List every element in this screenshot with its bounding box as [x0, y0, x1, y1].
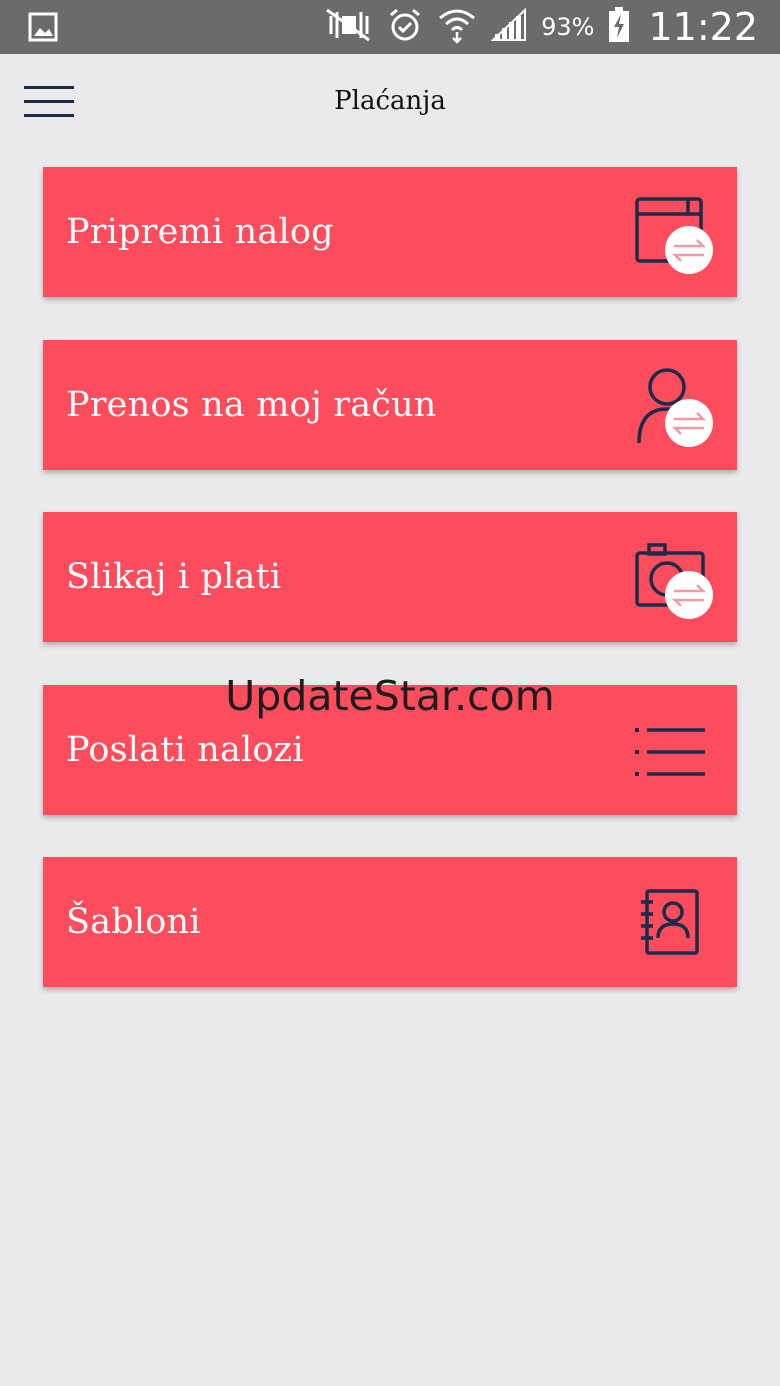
person-transfer-icon: [633, 365, 717, 449]
address-book-icon: [633, 882, 717, 966]
menu-item-label: Šabloni: [66, 902, 201, 942]
gallery-icon: [28, 11, 58, 48]
battery-charging-icon: [608, 6, 630, 48]
menu-item-slikaj-i-plati[interactable]: Slikaj i plati: [43, 512, 737, 642]
alarm-icon: [387, 7, 423, 48]
menu-item-label: Prenos na moj račun: [66, 385, 437, 425]
list-icon: [633, 710, 717, 794]
menu-item-prenos-na-moj-racun[interactable]: Prenos na moj račun: [43, 340, 737, 470]
menu-item-pripremi-nalog[interactable]: Pripremi nalog: [43, 167, 737, 297]
menu-item-poslati-nalozi[interactable]: Poslati nalozi: [43, 685, 737, 815]
battery-percent: 93%: [541, 13, 595, 41]
signal-icon: [490, 7, 527, 47]
menu-item-sabloni[interactable]: Šabloni: [43, 857, 737, 987]
status-bar: 93% 11:22: [0, 0, 780, 54]
payment-order-transfer-icon: [633, 192, 717, 276]
wifi-icon: [437, 6, 477, 49]
menu-item-label: Slikaj i plati: [66, 557, 282, 597]
page-title: Plaćanja: [334, 86, 446, 116]
camera-transfer-icon: [633, 537, 717, 621]
clock: 11:22: [648, 5, 758, 49]
menu-item-label: Poslati nalozi: [66, 730, 304, 770]
app-bar: Plaćanja: [0, 54, 780, 154]
mute-icon: [323, 8, 373, 47]
menu-item-label: Pripremi nalog: [66, 212, 334, 252]
